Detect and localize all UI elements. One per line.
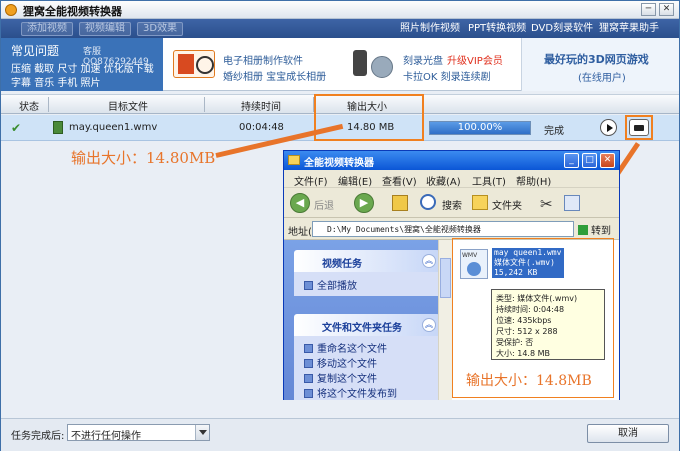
link-photo-video[interactable]: 照片制作视频 <box>400 22 460 35</box>
minimize-button[interactable]: ─ <box>641 3 656 16</box>
task-pane: 视频任务 ︽ 全部播放 文件和文件夹任务 ︽ 重命名这个文件 移动这个文件 复制… <box>284 240 452 400</box>
close-button[interactable]: ✕ <box>659 3 674 16</box>
video-edit-button[interactable]: 视频编辑 <box>79 22 131 36</box>
back-button-label[interactable]: 后退 <box>314 197 334 212</box>
explorer-maximize-button[interactable]: □ <box>582 153 597 168</box>
address-bar: 地址(D) D:\My Documents\狸窝\全能视频转换器 转到 <box>284 218 619 240</box>
menu-view[interactable]: 查看(V) <box>382 173 417 188</box>
menu-file[interactable]: 文件(F) <box>294 173 328 188</box>
folders-icon[interactable] <box>472 195 488 210</box>
address-input[interactable]: D:\My Documents\狸窝\全能视频转换器 <box>312 221 574 237</box>
search-button-label[interactable]: 搜索 <box>442 197 462 212</box>
menu-help[interactable]: 帮助(H) <box>516 173 551 188</box>
menu-favorites[interactable]: 收藏(A) <box>426 173 461 188</box>
search-icon[interactable] <box>420 194 436 210</box>
collapse-chevron-icon[interactable]: ︽ <box>422 318 436 332</box>
file-tasks-body: 重命名这个文件 移动这个文件 复制这个文件 将这个文件发布到 <box>294 336 440 400</box>
ad-karaoke[interactable]: 卡拉OK 刻录连续剧 <box>403 68 491 83</box>
after-task-value: 不进行任何操作 <box>71 431 141 442</box>
play-icon <box>304 281 313 290</box>
highlight-size-box <box>314 94 424 141</box>
link-apple-helper[interactable]: 狸窝苹果助手 <box>599 22 659 35</box>
link-ppt-video[interactable]: PPT转换视频 <box>468 22 526 35</box>
explorer-close-button[interactable]: ✕ <box>600 153 615 168</box>
col-status[interactable]: 状态 <box>19 98 39 113</box>
col-target-file[interactable]: 目标文件 <box>108 98 148 113</box>
faq-links-row1[interactable]: 压缩 截取 尺寸 加速 优化版下载 <box>11 60 154 75</box>
file-tasks-header[interactable]: 文件和文件夹任务 ︽ <box>294 314 440 336</box>
go-button[interactable]: 转到 <box>578 222 611 237</box>
chevron-down-icon[interactable] <box>195 425 209 440</box>
explorer-toolbar: ◀ 后退 ▶ 搜索 文件夹 ✂ <box>284 188 619 218</box>
row-state: 完成 <box>544 126 564 137</box>
3d-effect-button[interactable]: 3D效果 <box>137 22 184 36</box>
ad-burn-disc[interactable]: 刻录光盘 <box>403 52 443 67</box>
folders-button-label[interactable]: 文件夹 <box>492 197 522 212</box>
row-duration: 00:04:48 <box>239 122 284 133</box>
col-duration[interactable]: 持续时间 <box>241 98 281 113</box>
menu-edit[interactable]: 编辑(E) <box>338 173 372 188</box>
forward-arrow-icon[interactable]: ▶ <box>354 193 374 213</box>
cut-icon[interactable]: ✂ <box>540 195 553 213</box>
video-tasks-title: 视频任务 <box>322 259 362 270</box>
menu-bar: 添加视频 视频编辑 3D效果 照片制作视频 PPT转换视频 DVD刻录软件 狸窝… <box>1 19 679 38</box>
scrollbar-thumb[interactable] <box>440 258 451 298</box>
ad-wedding-album[interactable]: 婚纱相册 宝宝成长相册 <box>223 68 326 83</box>
title-bar: 狸窝全能视频转换器 ─ ✕ <box>1 1 679 19</box>
progress-text: 100.00% <box>457 122 503 133</box>
up-folder-icon[interactable] <box>392 195 408 211</box>
back-arrow-icon[interactable]: ◀ <box>290 193 310 213</box>
ad-banner: 常见问题 客服QQ876292449 压缩 截取 尺寸 加速 优化版下载 字幕 … <box>1 38 679 91</box>
move-icon <box>304 359 313 368</box>
task-publish[interactable]: 将这个文件发布到 <box>304 385 397 400</box>
address-value: D:\My Documents\狸窝\全能视频转换器 <box>327 225 481 234</box>
highlight-folder-box <box>625 115 653 140</box>
file-tasks-title: 文件和文件夹任务 <box>322 323 402 334</box>
window-title: 狸窝全能视频转换器 <box>23 5 122 18</box>
copy-file-icon <box>304 374 313 383</box>
ad-album-software[interactable]: 电子相册制作软件 <box>223 52 303 67</box>
collapse-chevron-icon[interactable]: ︽ <box>422 254 436 268</box>
after-task-label: 任务完成后: <box>11 431 65 442</box>
task-play-all[interactable]: 全部播放 <box>304 277 357 292</box>
globe-icon <box>304 389 313 398</box>
rename-icon <box>304 344 313 353</box>
copy-icon[interactable] <box>564 195 580 211</box>
link-dvd-burn[interactable]: DVD刻录软件 <box>531 22 593 35</box>
phone-disc-icon[interactable] <box>351 48 393 80</box>
video-tasks-body: 全部播放 <box>294 272 440 296</box>
ppt-album-icon[interactable] <box>173 50 215 78</box>
play-button[interactable] <box>600 119 617 136</box>
ad-3d-game[interactable]: 最好玩的3D网页游戏 (在线用户) <box>521 38 679 91</box>
task-rename[interactable]: 重命名这个文件 <box>304 340 387 355</box>
explorer-title: 全能视频转换器 <box>304 158 374 169</box>
add-video-button[interactable]: 添加视频 <box>21 22 73 36</box>
video-file-icon <box>53 121 63 134</box>
video-tasks-header[interactable]: 视频任务 ︽ <box>294 250 440 272</box>
task-pane-scrollbar[interactable] <box>438 240 452 400</box>
bottom-bar: 任务完成后: 不进行任何操作 取消 <box>1 418 679 451</box>
faq-panel: 常见问题 客服QQ876292449 压缩 截取 尺寸 加速 优化版下载 字幕 … <box>1 38 163 91</box>
faq-links-row2[interactable]: 字幕 音乐 手机 照片 <box>11 74 101 89</box>
cancel-button[interactable]: 取消 <box>587 424 669 443</box>
task-move[interactable]: 移动这个文件 <box>304 355 377 370</box>
annotation-left: 输出大小：14.80MB <box>71 149 216 167</box>
explorer-menu-bar: 文件(F) 编辑(E) 查看(V) 收藏(A) 工具(T) 帮助(H) <box>284 170 619 188</box>
row-file-name: may.queen1.wmv <box>69 122 158 133</box>
check-icon: ✔ <box>11 121 22 135</box>
faq-title[interactable]: 常见问题 <box>11 42 59 59</box>
ad-vip-upgrade[interactable]: 升级VIP会员 <box>447 52 503 67</box>
after-task-select[interactable]: 不进行任何操作 <box>67 424 210 442</box>
explorer-title-bar: 全能视频转换器 _ □ ✕ <box>284 151 619 170</box>
ad-3d-game-sub: (在线用户) <box>578 73 626 84</box>
explorer-minimize-button[interactable]: _ <box>564 153 579 168</box>
task-copy[interactable]: 复制这个文件 <box>304 370 377 385</box>
progress-bar: 100.00% <box>429 121 531 135</box>
menu-tools[interactable]: 工具(T) <box>472 173 506 188</box>
folder-icon <box>288 155 300 165</box>
annotation-right: 输出大小：14.8MB <box>466 373 592 389</box>
ad-3d-game-title: 最好玩的3D网页游戏 <box>544 53 649 66</box>
app-logo-icon <box>5 4 17 16</box>
